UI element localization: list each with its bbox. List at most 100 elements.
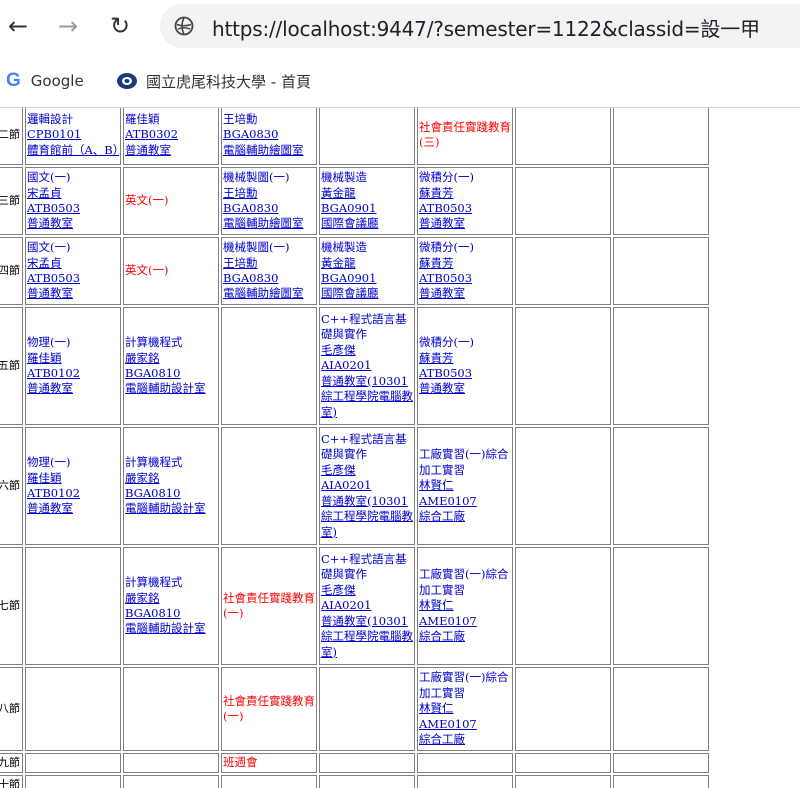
timetable-row: 第九節 班週會 xyxy=(0,753,709,773)
room-code-link[interactable]: ATB0102 xyxy=(27,486,119,501)
teacher-link[interactable]: 羅佳穎 xyxy=(27,471,119,486)
course-cell xyxy=(515,547,611,665)
course-cell: 社會責任實踐教育(一) xyxy=(221,667,317,751)
room-name-link[interactable]: 普通教室 xyxy=(27,286,119,301)
teacher-link[interactable]: 林賢仁 xyxy=(419,478,511,493)
course-cell xyxy=(613,307,709,425)
room-code-link[interactable]: BGA0830 xyxy=(223,127,315,142)
timetable-row: 第六節物理(一)羅佳穎ATB0102普通教室計算機程式嚴家銘BGA0810電腦輔… xyxy=(0,427,709,545)
room-name-link[interactable]: 普通教室 xyxy=(27,381,119,396)
room-name-link[interactable]: 綜合工廠 xyxy=(419,629,511,644)
course-cell xyxy=(25,775,121,788)
room-code-link[interactable]: BGA0810 xyxy=(125,366,217,381)
room-code-link[interactable]: ATB0503 xyxy=(27,271,119,286)
teacher-link[interactable]: 嚴家銘 xyxy=(125,471,217,486)
site-info-icon[interactable] xyxy=(174,16,194,36)
teacher-link[interactable]: 宋孟貞 xyxy=(27,256,119,271)
bookmarks-bar: G Google 國立虎尾科技大學 - 首頁 xyxy=(0,55,800,108)
room-name-link[interactable]: 普通教室(10301綜工程學院電腦教室) xyxy=(321,374,413,420)
course-cell: 工廠實習(一)綜合加工實習 林賢仁 AME0107 綜合工廠 xyxy=(417,427,513,545)
teacher-link[interactable]: 羅佳穎 xyxy=(27,351,119,366)
teacher-link[interactable]: 蘇貴芳 xyxy=(419,351,511,366)
room-name-link[interactable]: 電腦輔助繪圖室 xyxy=(223,143,315,158)
room-name-link[interactable]: 國際會議廳 xyxy=(321,286,413,301)
course-cell xyxy=(613,108,709,165)
room-code-link[interactable]: AIA0201 xyxy=(321,358,413,373)
bookmark-google[interactable]: G Google xyxy=(6,70,84,91)
room-name-link[interactable]: 普通教室 xyxy=(27,216,119,231)
course-name: 機械製造 xyxy=(321,170,367,185)
period-label: 第三節 xyxy=(0,167,23,235)
nfu-logo-icon xyxy=(117,73,137,89)
room-name-link[interactable]: 電腦輔助設計室 xyxy=(125,621,217,636)
address-bar[interactable]: https://localhost:9447/?semester=1122&cl… xyxy=(160,4,800,48)
room-name-link[interactable]: 體育館前（A、B） xyxy=(27,143,119,158)
room-code-link[interactable]: BGA0901 xyxy=(321,271,413,286)
room-code-link[interactable]: BGA0810 xyxy=(125,606,217,621)
bookmark-label: Google xyxy=(30,72,84,90)
teacher-link[interactable]: 毛彥傑 xyxy=(321,343,413,358)
room-name-link[interactable]: 國際會議廳 xyxy=(321,216,413,231)
teacher-link[interactable]: 林賢仁 xyxy=(419,701,511,716)
teacher-link[interactable]: 蘇貴芳 xyxy=(419,186,511,201)
course-cell: 工廠實習(一)綜合加工實習 林賢仁 AME0107 綜合工廠 xyxy=(417,547,513,665)
teacher-link[interactable]: 黃金龍 xyxy=(321,256,413,271)
teacher-link[interactable]: 毛彥傑 xyxy=(321,463,413,478)
course-cell xyxy=(515,167,611,235)
room-code-link[interactable]: AME0107 xyxy=(419,614,511,629)
room-code-link[interactable]: ATB0503 xyxy=(419,201,511,216)
teacher-link[interactable]: 林賢仁 xyxy=(419,598,511,613)
teacher-link[interactable]: 蘇貴芳 xyxy=(419,256,511,271)
forward-arrow-icon[interactable]: → xyxy=(54,12,82,40)
course-cell xyxy=(417,753,513,773)
course-cell: C++程式語言基礎與實作 毛彥傑 AIA0201 普通教室(10301綜工程學院電腦教… xyxy=(319,547,415,665)
room-code-link[interactable]: ATB0503 xyxy=(419,271,511,286)
room-name-link[interactable]: 電腦輔助設計室 xyxy=(125,501,217,516)
room-code-link[interactable]: AIA0201 xyxy=(321,598,413,613)
room-code-link[interactable]: ATB0503 xyxy=(27,201,119,216)
url-text[interactable]: https://localhost:9447/?semester=1122&cl… xyxy=(212,13,760,42)
teacher-link[interactable]: 宋孟貞 xyxy=(27,186,119,201)
teacher-link[interactable]: 黃金龍 xyxy=(321,186,413,201)
room-code-link[interactable]: ATB0102 xyxy=(27,366,119,381)
room-name-link[interactable]: 電腦輔助繪圖室 xyxy=(223,286,315,301)
reload-icon[interactable]: ↻ xyxy=(106,12,134,40)
room-code-link[interactable]: BGA0901 xyxy=(321,201,413,216)
room-name-link[interactable]: 普通教室 xyxy=(419,216,511,231)
teacher-link[interactable]: 毛彥傑 xyxy=(321,583,413,598)
teacher-link[interactable]: 王培勳 xyxy=(223,256,315,271)
room-code-link[interactable]: BGA0810 xyxy=(125,486,217,501)
course-cell xyxy=(221,775,317,788)
room-name-link[interactable]: 普通教室(10301綜工程學院電腦教室) xyxy=(321,614,413,660)
room-name-link[interactable]: 普通教室 xyxy=(419,286,511,301)
room-code-link[interactable]: BGA0830 xyxy=(223,271,315,286)
course-cell: 微積分(一) 蘇貴芳 ATB0503 普通教室 xyxy=(417,307,513,425)
back-arrow-icon[interactable]: ← xyxy=(4,12,32,40)
room-code-link[interactable]: AIA0201 xyxy=(321,478,413,493)
room-name-link[interactable]: 普通教室 xyxy=(125,143,217,158)
room-code-link[interactable]: ATB0503 xyxy=(419,366,511,381)
room-name-link[interactable]: 電腦輔助設計室 xyxy=(125,381,217,396)
room-code-link[interactable]: AME0107 xyxy=(419,717,511,732)
course-name: 機械製造 xyxy=(321,240,367,255)
teacher-link[interactable]: 王培勳 xyxy=(223,186,315,201)
room-name-link[interactable]: 普通教室 xyxy=(419,381,511,396)
room-code-link[interactable]: AME0107 xyxy=(419,494,511,509)
teacher-link[interactable]: 嚴家銘 xyxy=(125,351,217,366)
teacher-link[interactable]: 嚴家銘 xyxy=(125,591,217,606)
room-name-link[interactable]: 普通教室(10301綜工程學院電腦教室) xyxy=(321,494,413,540)
room-name-link[interactable]: 普通教室 xyxy=(27,501,119,516)
room-name-link[interactable]: 綜合工廠 xyxy=(419,732,511,747)
room-name-link[interactable]: 電腦輔助繪圖室 xyxy=(223,216,315,231)
course-cell xyxy=(319,108,415,165)
course-cell: 計算機程式 嚴家銘 BGA0810 電腦輔助設計室 xyxy=(123,427,219,545)
course-cell: 微積分(一) 蘇貴芳 ATB0503 普通教室 xyxy=(417,167,513,235)
room-code-link[interactable]: BGA0830 xyxy=(223,201,315,216)
course-cell: 微積分(一) 蘇貴芳 ATB0503 普通教室 xyxy=(417,237,513,305)
bookmark-label: 國立虎尾科技大學 - 首頁 xyxy=(146,72,311,91)
room-name-link[interactable]: 綜合工廠 xyxy=(419,509,511,524)
period-label: 第四節 xyxy=(0,237,23,305)
bookmark-nfu[interactable]: 國立虎尾科技大學 - 首頁 xyxy=(116,71,311,91)
room-code-link[interactable]: ATB0302 xyxy=(125,127,217,142)
room-code-link[interactable]: CPB0101 xyxy=(27,127,119,142)
